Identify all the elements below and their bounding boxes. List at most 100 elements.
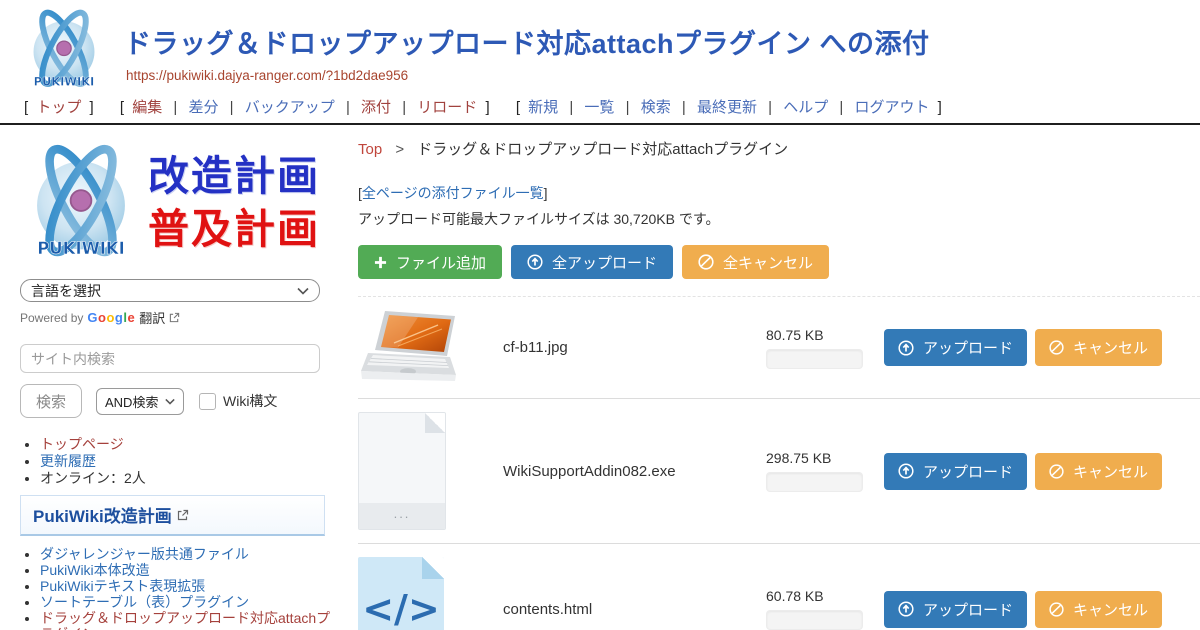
upload-circle-icon	[527, 254, 543, 270]
bracket: [	[120, 99, 124, 116]
upload-button[interactable]: アップロード	[884, 591, 1027, 628]
page-title: ドラッグ＆ドロップアップロード対応attachプラグイン への添付	[124, 22, 930, 61]
sidebar-section-title: PukiWiki改造計画	[33, 502, 172, 527]
sidebar-item-sort-table[interactable]: ソートテーブル（表）プラグイン	[40, 594, 249, 610]
upload-circle-icon	[898, 340, 914, 356]
ban-icon	[698, 254, 714, 270]
cancel-all-label: 全キャンセル	[723, 252, 813, 273]
nav-item-diff[interactable]: 差分	[188, 99, 218, 116]
search-mode-value: AND検索	[105, 392, 158, 411]
upload-button[interactable]: アップロード	[884, 453, 1027, 490]
sidebar-section-pukiwiki-kaizo[interactable]: PukiWiki改造計画	[20, 495, 325, 536]
ban-icon	[1049, 340, 1064, 355]
nav-separator: |	[569, 99, 573, 116]
generic-file-icon: ...	[358, 412, 446, 530]
header: ドラッグ＆ドロップアップロード対応attachプラグイン への添付 https:…	[0, 0, 1200, 94]
nav-item-backup[interactable]: バックアップ	[245, 99, 335, 116]
doc-footer-dots: ...	[359, 503, 445, 529]
max-upload-size-text: アップロード可能最大ファイルサイズは 30,720KB です。	[358, 209, 1200, 229]
nav-separator: |	[626, 99, 630, 116]
sidebar-item-toppage[interactable]: トップページ	[40, 436, 124, 452]
laptop-photo-thumbnail	[358, 309, 470, 387]
nav-separator: |	[230, 99, 234, 116]
upload-progress-bar	[766, 472, 863, 492]
table-row: ... WikiSupportAddin082.exe 298.75 KB	[358, 399, 1200, 544]
pukiwiki-atom-logo[interactable]	[18, 6, 110, 94]
sidebar-item-text-ext[interactable]: PukiWikiテキスト表現拡張	[40, 578, 205, 594]
search-button[interactable]: 検索	[20, 384, 82, 418]
page-url-link[interactable]: https://pukiwiki.dajya-ranger.com/?1bd2d…	[126, 68, 408, 83]
list-item: 更新履歴	[40, 453, 345, 469]
bracket: ]	[485, 99, 489, 116]
bracket: ]	[90, 99, 94, 116]
cancel-label: キャンセル	[1073, 461, 1148, 482]
upload-circle-icon	[898, 463, 914, 479]
sidebar-item-recent-changes[interactable]: 更新履歴	[40, 453, 96, 469]
sidebar-banner-link[interactable]: 改造計画 普及計画	[20, 137, 332, 269]
ban-icon	[1049, 464, 1064, 479]
bracket: [	[516, 99, 520, 116]
sidebar-quick-links: トップページ 更新履歴 オンライン：2人	[40, 436, 345, 486]
upload-progress-bar	[766, 349, 863, 369]
upload-all-label: 全アップロード	[552, 252, 657, 273]
site-search-input[interactable]	[20, 344, 320, 373]
online-counter: オンライン：2人	[40, 470, 345, 486]
upload-file-table: cf-b11.jpg 80.75 KB アップロード	[358, 296, 1200, 630]
upload-all-button[interactable]: 全アップロード	[511, 245, 673, 279]
add-files-button[interactable]: ファイル追加	[358, 245, 502, 279]
plus-icon	[374, 256, 387, 269]
nav-separator: |	[768, 99, 772, 116]
sidebar-item-body-mod[interactable]: PukiWiki本体改造	[40, 562, 150, 578]
search-controls-row: 検索 AND検索 Wiki構文	[20, 384, 345, 418]
breadcrumb-home-link[interactable]: Top	[358, 141, 382, 158]
chevron-down-icon	[297, 287, 309, 295]
cancel-label: キャンセル	[1073, 599, 1148, 620]
upload-circle-icon	[898, 601, 914, 617]
cancel-button[interactable]: キャンセル	[1035, 453, 1162, 490]
add-files-label: ファイル追加	[396, 252, 486, 273]
page-fold	[425, 413, 445, 433]
main-content: Top > ドラッグ＆ドロップアップロード対応attachプラグイン [全ページ…	[345, 125, 1200, 630]
nav-separator: |	[346, 99, 350, 116]
list-item: PukiWiki本体改造	[40, 562, 340, 578]
bracket: ]	[938, 99, 942, 116]
all-pages-attach-list-link[interactable]: 全ページの添付ファイル一覧	[362, 185, 544, 201]
google-translate-attribution: Powered by Google 翻訳	[20, 308, 345, 327]
search-mode-select[interactable]: AND検索	[96, 388, 184, 415]
bracket: [	[24, 99, 28, 116]
nav-item-logout[interactable]: ログアウト	[854, 99, 929, 116]
nav-separator: |	[402, 99, 406, 116]
nav-item-list[interactable]: 一覧	[584, 99, 614, 116]
pukiwiki-atom-logo	[20, 138, 142, 268]
nav-item-edit[interactable]: 編集	[132, 99, 162, 116]
cancel-all-button[interactable]: 全キャンセル	[682, 245, 829, 279]
breadcrumb-separator: >	[395, 141, 404, 158]
banner-slogan: 改造計画 普及計画	[148, 150, 320, 257]
nav-separator: |	[839, 99, 843, 116]
list-item: ダジャレンジャー版共通ファイル	[40, 546, 340, 562]
external-link-icon	[177, 509, 189, 521]
cancel-button[interactable]: キャンセル	[1035, 329, 1162, 366]
breadcrumb: Top > ドラッグ＆ドロップアップロード対応attachプラグイン	[358, 138, 1200, 159]
nav-item-search[interactable]: 検索	[641, 99, 671, 116]
upload-button[interactable]: アップロード	[884, 329, 1027, 366]
pukiwiki-upload-page: ドラッグ＆ドロップアップロード対応attachプラグイン への添付 https:…	[0, 0, 1200, 630]
wiki-syntax-checkbox[interactable]	[199, 393, 216, 410]
sidebar-item-dnd-attach[interactable]: ドラッグ＆ドロップアップロード対応attachプラグイン	[40, 610, 330, 630]
file-size: 60.78 KB	[766, 588, 876, 604]
nav-item-reload[interactable]: リロード	[417, 99, 477, 116]
nav-item-recent[interactable]: 最終更新	[697, 99, 757, 116]
sidebar-item-common-files[interactable]: ダジャレンジャー版共通ファイル	[40, 546, 249, 562]
nav-item-top[interactable]: トップ	[36, 99, 81, 116]
list-item: トップページ	[40, 436, 345, 452]
ban-icon	[1049, 602, 1064, 617]
language-select[interactable]: 言語を選択	[20, 279, 320, 302]
sidebar-plugin-links: ダジャレンジャー版共通ファイル PukiWiki本体改造 PukiWikiテキス…	[40, 546, 340, 630]
file-name: WikiSupportAddin082.exe	[503, 463, 758, 480]
cancel-button[interactable]: キャンセル	[1035, 591, 1162, 628]
nav-item-attach[interactable]: 添付	[361, 99, 391, 116]
nav-item-new[interactable]: 新規	[528, 99, 558, 116]
nav-item-help[interactable]: ヘルプ	[783, 99, 828, 116]
upload-label: アップロード	[923, 337, 1013, 358]
upload-progress-bar	[766, 610, 863, 630]
